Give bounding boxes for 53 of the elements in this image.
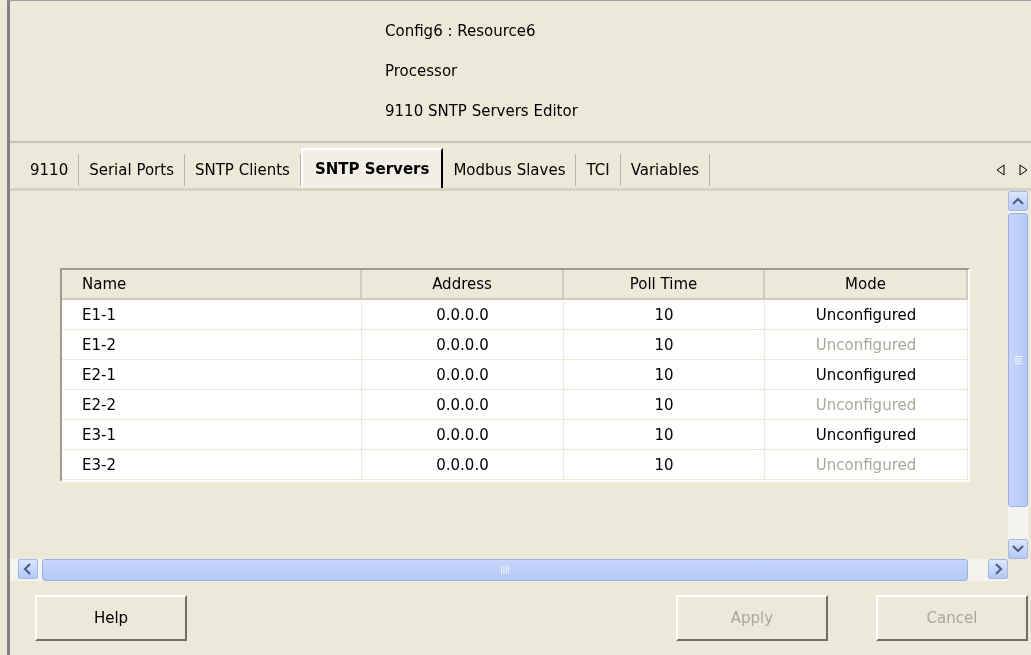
scroll-left-button[interactable] [18, 559, 38, 579]
tab[interactable]: Modbus Slaves [443, 154, 577, 186]
chevron-up-icon [1012, 196, 1024, 206]
table-cell: Unconfigured [765, 360, 968, 390]
column-header[interactable]: Poll Time [564, 270, 765, 300]
grip-icon [500, 565, 510, 575]
table-cell: 10 [564, 450, 765, 480]
table-cell: 0.0.0.0 [362, 330, 564, 360]
tab-scroll-right-icon[interactable] [1019, 164, 1028, 176]
table-cell: 0.0.0.0 [362, 420, 564, 450]
table-cell: E2-1 [62, 360, 362, 390]
table-cell: 0.0.0.0 [362, 450, 564, 480]
tab[interactable]: SNTP Servers [300, 148, 444, 188]
table-cell: E3-2 [62, 450, 362, 480]
table-cell: E1-1 [62, 300, 362, 330]
table-cell: 0.0.0.0 [362, 300, 564, 330]
table-cell: 0.0.0.0 [362, 390, 564, 420]
table-cell: Unconfigured [765, 420, 968, 450]
tab[interactable]: 9110 [20, 154, 80, 186]
header-title: Config6 : Resource6 [385, 21, 537, 42]
column-header[interactable]: Address [362, 270, 564, 300]
header-title: Processor [385, 61, 459, 82]
tab[interactable]: Serial Ports [79, 154, 185, 186]
table-cell: 10 [564, 420, 765, 450]
table-cell: Unconfigured [765, 450, 968, 480]
table-cell: 10 [564, 360, 765, 390]
vertical-scrollbar[interactable] [1008, 191, 1028, 559]
table-cell: 10 [564, 300, 765, 330]
chevron-left-icon [23, 563, 33, 575]
header-title: 9110 SNTP Servers Editor [385, 101, 579, 122]
chevron-down-icon [1012, 544, 1024, 554]
tab-scroll-left-icon[interactable] [996, 164, 1005, 176]
tab[interactable]: TCI [576, 154, 621, 186]
column-header[interactable]: Name [62, 270, 362, 300]
table-cell: Unconfigured [765, 390, 968, 420]
scroll-right-button[interactable] [988, 559, 1008, 579]
table-cell: 10 [564, 330, 765, 360]
column-header[interactable]: Mode [765, 270, 968, 300]
table-cell: Unconfigured [765, 300, 968, 330]
scrollbar-thumb[interactable] [1008, 213, 1028, 507]
chevron-right-icon [993, 563, 1003, 575]
tab[interactable]: SNTP Clients [184, 154, 301, 186]
table-cell: E1-2 [62, 330, 362, 360]
table-cell: E2-2 [62, 390, 362, 420]
table-cell: 10 [564, 390, 765, 420]
grip-icon [1013, 355, 1023, 365]
scroll-up-button[interactable] [1008, 191, 1028, 211]
table-cell: E3-1 [62, 420, 362, 450]
tab[interactable]: Variables [620, 154, 711, 186]
scroll-down-button[interactable] [1008, 539, 1028, 559]
table-cell: Unconfigured [765, 330, 968, 360]
dialog-button[interactable]: Help [35, 595, 187, 641]
table-cell: 0.0.0.0 [362, 360, 564, 390]
